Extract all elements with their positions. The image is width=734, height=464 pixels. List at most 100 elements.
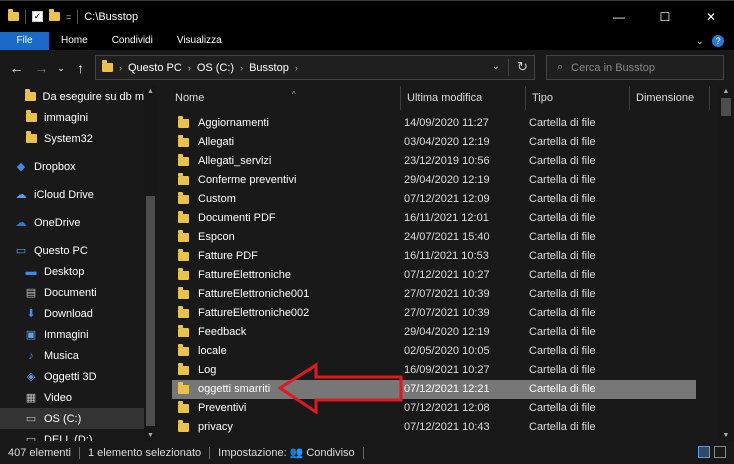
sidebar-item[interactable]: ▭ Questo PC bbox=[0, 240, 144, 261]
file-row[interactable]: Aggiornamenti 14/09/2020 11:27 Cartella di… bbox=[172, 114, 696, 133]
help-icon[interactable]: ? bbox=[712, 35, 724, 47]
breadcrumb-questo-pc[interactable]: Questo PC bbox=[128, 62, 182, 74]
chevron-right-icon[interactable]: › bbox=[119, 63, 122, 73]
documents-icon: ▤ bbox=[25, 287, 37, 299]
column-header-size[interactable]: Dimensione bbox=[630, 86, 710, 110]
file-row[interactable]: Custom 07/12/2021 12:09 Cartella di file bbox=[172, 190, 696, 209]
file-name: Log bbox=[198, 364, 217, 376]
file-row[interactable]: oggetti smarriti 07/12/2021 12:21 Cartella… bbox=[172, 380, 696, 399]
address-dropdown-icon[interactable]: ⌄ bbox=[492, 61, 500, 72]
file-list-scrollbar[interactable]: ▲ ▼ bbox=[718, 86, 734, 441]
up-button[interactable]: ↑ bbox=[68, 60, 93, 76]
file-row[interactable]: Allegati_servizi 23/12/2019 10:56 Cartella… bbox=[172, 152, 696, 171]
sidebar-item[interactable]: ▬ Desktop bbox=[0, 261, 144, 282]
details-view-icon[interactable] bbox=[698, 446, 710, 458]
sidebar-item[interactable]: System32 bbox=[0, 128, 144, 149]
folder-icon bbox=[178, 135, 189, 147]
file-row[interactable]: privacy 07/12/2021 10:43 Cartella di file bbox=[172, 418, 696, 437]
pc-icon: ▭ bbox=[15, 245, 27, 257]
close-button[interactable]: ✕ bbox=[688, 1, 734, 33]
column-headers: Nome ^ Ultima modifica Tipo Dimensione bbox=[158, 86, 718, 110]
sidebar-item[interactable]: ◆ Dropbox bbox=[0, 156, 144, 177]
tab-condividi[interactable]: Condividi bbox=[100, 32, 165, 50]
sidebar-item[interactable]: ▭ DELL (D:) bbox=[0, 429, 144, 442]
file-row[interactable]: Fatture PDF 16/11/2021 10:53 Cartella di f… bbox=[172, 247, 696, 266]
file-row[interactable]: Allegati 03/04/2020 12:19 Cartella di file bbox=[172, 133, 696, 152]
file-type: Cartella di file bbox=[529, 421, 596, 433]
folder-icon bbox=[178, 344, 189, 356]
scroll-up-icon[interactable]: ▲ bbox=[144, 88, 157, 95]
breadcrumb-busstop[interactable]: Busstop bbox=[249, 62, 289, 74]
scroll-down-icon[interactable]: ▼ bbox=[144, 432, 157, 439]
file-name: Fatture PDF bbox=[198, 250, 258, 262]
minimize-button[interactable]: — bbox=[596, 1, 642, 33]
sidebar-item[interactable]: ☁ iCloud Drive bbox=[0, 184, 144, 205]
sidebar-item-label: Da eseguire su db m bbox=[42, 90, 145, 103]
sidebar-item[interactable]: ☁ OneDrive bbox=[0, 212, 144, 233]
file-row[interactable]: Preventivi 07/12/2021 12:08 Cartella di fi… bbox=[172, 399, 696, 418]
file-row[interactable]: Log 16/09/2021 10:27 Cartella di file bbox=[172, 361, 696, 380]
sidebar-scrollbar[interactable]: ▲ ▼ bbox=[144, 86, 157, 441]
file-name: oggetti smarriti bbox=[198, 383, 271, 395]
sidebar-item-label: Video bbox=[44, 391, 72, 404]
back-button[interactable]: ← bbox=[4, 60, 29, 76]
chevron-right-icon[interactable]: › bbox=[295, 63, 298, 73]
tab-home[interactable]: Home bbox=[49, 32, 100, 50]
sharing-label: Impostazione: bbox=[218, 446, 287, 459]
maximize-button[interactable]: ☐ bbox=[642, 1, 688, 33]
column-header-modified[interactable]: Ultima modifica bbox=[401, 86, 526, 110]
tab-visualizza[interactable]: Visualizza bbox=[165, 32, 234, 50]
sidebar-item[interactable]: ▣ Immagini bbox=[0, 324, 144, 345]
file-row[interactable]: FattureElettroniche002 27/07/2021 10:39 Ca… bbox=[172, 304, 696, 323]
refresh-button[interactable]: ↻ bbox=[508, 59, 528, 76]
breadcrumb-os-c[interactable]: OS (C:) bbox=[197, 62, 234, 74]
file-row[interactable]: FattureElettroniche 07/12/2021 10:27 Carte… bbox=[172, 266, 696, 285]
sort-ascending-icon: ^ bbox=[292, 90, 296, 99]
sidebar-item[interactable]: ⬇ Download bbox=[0, 303, 144, 324]
file-type: Cartella di file bbox=[529, 231, 596, 243]
file-name: Conferme preventivi bbox=[198, 174, 297, 186]
file-type: Cartella di file bbox=[529, 193, 596, 205]
chevron-right-icon[interactable]: › bbox=[240, 63, 243, 73]
file-name: Custom bbox=[198, 193, 236, 205]
file-row[interactable]: Documenti PDF 16/11/2021 12:01 Cartella di… bbox=[172, 209, 696, 228]
sidebar-item[interactable]: Da eseguire su db m bbox=[0, 86, 144, 107]
scrollbar-thumb[interactable] bbox=[721, 98, 731, 116]
file-modified: 14/09/2020 11:27 bbox=[404, 117, 489, 129]
file-row[interactable]: Conferme preventivi 29/04/2020 12:19 Carte… bbox=[172, 171, 696, 190]
scroll-up-icon[interactable]: ▲ bbox=[718, 88, 734, 95]
file-row[interactable]: Espcon 24/07/2021 15:40 Cartella di file bbox=[172, 228, 696, 247]
file-row[interactable]: Feedback 29/04/2020 12:19 Cartella di file bbox=[172, 323, 696, 342]
column-header-name[interactable]: Nome ^ bbox=[169, 86, 401, 110]
folder-icon bbox=[178, 382, 189, 394]
dropbox-icon: ◆ bbox=[16, 161, 26, 173]
sidebar-item-label: OS (C:) bbox=[44, 412, 82, 425]
file-modified: 03/04/2020 12:19 bbox=[404, 136, 490, 148]
scroll-down-icon[interactable]: ▼ bbox=[718, 432, 734, 439]
expand-ribbon-icon[interactable]: ⌄ bbox=[696, 36, 704, 47]
file-row[interactable]: FattureElettroniche001 27/07/2021 10:39 Ca… bbox=[172, 285, 696, 304]
recent-locations-button[interactable]: ⌄ bbox=[54, 63, 68, 74]
scrollbar-thumb[interactable] bbox=[146, 196, 155, 426]
quick-access-dropdown-icon[interactable]: = bbox=[66, 12, 71, 22]
sidebar-item-label: immagini bbox=[44, 111, 89, 124]
file-row[interactable]: locale 02/05/2020 10:05 Cartella di file bbox=[172, 342, 696, 361]
forward-button[interactable]: → bbox=[29, 60, 54, 76]
column-header-type[interactable]: Tipo bbox=[526, 86, 630, 110]
chevron-right-icon[interactable]: › bbox=[188, 63, 191, 73]
search-input[interactable]: ⌕ Cerca in Busstop bbox=[546, 55, 724, 80]
new-folder-icon[interactable] bbox=[49, 9, 60, 21]
sidebar-item[interactable]: ◈ Oggetti 3D bbox=[0, 366, 144, 387]
sidebar-item[interactable]: ▦ Video bbox=[0, 387, 144, 408]
address-bar[interactable]: › Questo PC › OS (C:) › Busstop › ⌄ ↻ bbox=[95, 55, 535, 80]
sidebar-item-label: OneDrive bbox=[34, 216, 81, 229]
file-name: FattureElettroniche002 bbox=[198, 307, 310, 319]
sidebar-item[interactable]: immagini bbox=[0, 107, 144, 128]
large-icons-view-icon[interactable] bbox=[714, 446, 726, 458]
sidebar-item[interactable]: ▭ OS (C:) bbox=[0, 408, 144, 429]
title-bar: ✓ = C:\Busstop — ☐ ✕ bbox=[0, 0, 734, 32]
sidebar-item[interactable]: ♪ Musica bbox=[0, 345, 144, 366]
tab-file[interactable]: File bbox=[0, 32, 49, 50]
properties-icon[interactable]: ✓ bbox=[32, 11, 43, 22]
sidebar-item[interactable]: ▤ Documenti bbox=[0, 282, 144, 303]
